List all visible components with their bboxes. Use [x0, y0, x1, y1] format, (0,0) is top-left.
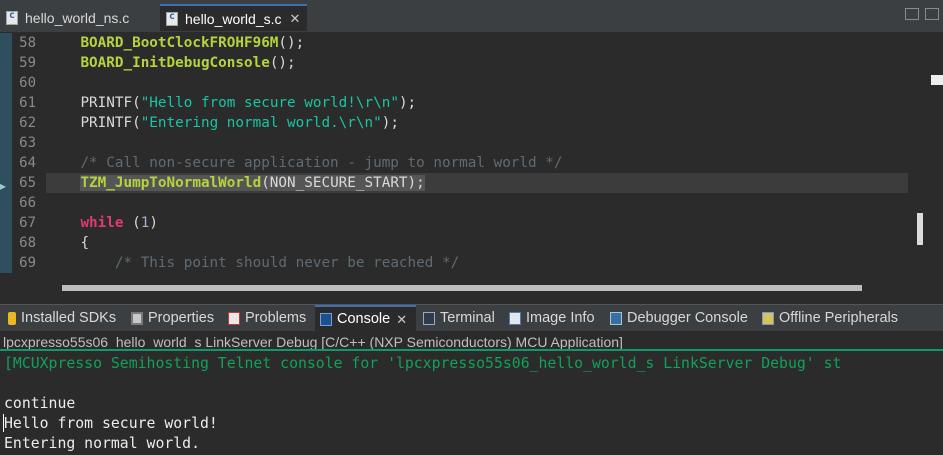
- tab-installed-sdks[interactable]: Installed SDKs: [8, 305, 116, 332]
- line-number: 68: [19, 235, 36, 251]
- console-line: continue: [4, 395, 76, 412]
- horizontal-scrollbar-thumb[interactable]: [62, 285, 862, 291]
- code-line: /* Call non-secure application - jump to…: [80, 155, 563, 171]
- tab-console[interactable]: Console ✕: [315, 305, 416, 332]
- line-number: 59: [19, 55, 36, 71]
- tab-hello-world-ns[interactable]: hello_world_ns.c: [0, 4, 155, 31]
- c-file-icon: [6, 10, 18, 25]
- tab-offline-peripherals[interactable]: Offline Peripherals: [762, 305, 898, 332]
- line-number: 69: [19, 255, 36, 271]
- code-line: PRINTF("Entering normal world.\r\n");: [80, 115, 399, 131]
- tab-label: Properties: [148, 310, 215, 326]
- line-number-gutter: 58 59 60 61 62 63 64 65 66 67 68 69: [12, 33, 38, 273]
- tab-label: Debugger Console: [627, 310, 748, 326]
- console-output[interactable]: [MCUXpresso Semihosting Telnet console f…: [0, 351, 943, 455]
- debugger-console-icon: [610, 312, 622, 325]
- panel-divider[interactable]: [0, 295, 943, 304]
- line-number: 58: [19, 35, 36, 51]
- current-code-line: TZM_JumpToNormalWorld(NON_SECURE_START);: [46, 173, 908, 193]
- tab-label: hello_world_ns.c: [25, 9, 130, 26]
- vertical-ruler: [0, 33, 12, 273]
- code-line: BOARD_BootClockFROHF96M();: [80, 35, 305, 51]
- console-icon: [320, 313, 332, 326]
- console-description: lpcxpresso55s06_hello_world_s LinkServer…: [0, 331, 943, 351]
- code-line: PRINTF("Hello from secure world!\r\n");: [80, 95, 417, 111]
- line-number: 66: [19, 195, 36, 211]
- line-number: 67: [19, 215, 36, 231]
- console-line: Hello from secure world!: [4, 415, 218, 432]
- minimize-icon[interactable]: [905, 8, 919, 20]
- text-caret: [3, 414, 4, 432]
- tab-label: Offline Peripherals: [779, 310, 899, 326]
- maximize-icon[interactable]: [925, 8, 939, 20]
- tab-label: Terminal: [440, 310, 495, 326]
- close-icon[interactable]: ✕: [290, 11, 301, 27]
- view-tab-bar: Installed SDKs Properties Problems Conso…: [0, 304, 943, 332]
- tab-label: Console: [337, 311, 391, 327]
- tab-label: Problems: [245, 310, 307, 326]
- line-number: 65: [19, 175, 36, 191]
- code-line: {: [80, 235, 90, 251]
- line-number: 63: [19, 135, 36, 151]
- tab-hello-world-s[interactable]: hello_world_s.c ✕: [160, 4, 307, 31]
- terminal-icon: [423, 312, 435, 325]
- tab-problems[interactable]: Problems: [228, 305, 306, 332]
- overview-marker[interactable]: [931, 75, 943, 85]
- console-line: Entering normal world.: [4, 435, 200, 452]
- code-editor[interactable]: ▸ 58 59 60 61 62 63 64 65 66 67 68 69 BO…: [0, 33, 943, 295]
- overview-ruler[interactable]: [909, 33, 943, 273]
- console-line: [MCUXpresso Semihosting Telnet console f…: [4, 355, 842, 372]
- properties-icon: [131, 312, 143, 325]
- tab-label: Installed SDKs: [21, 310, 117, 326]
- tab-terminal[interactable]: Terminal: [423, 305, 495, 332]
- line-number: 61: [19, 95, 36, 111]
- problems-icon: [228, 312, 240, 325]
- horizontal-scrollbar[interactable]: [46, 283, 908, 295]
- code-line: while (1): [80, 215, 158, 231]
- code-line: /* This point should never be reached */: [114, 255, 460, 271]
- tab-label: hello_world_s.c: [185, 10, 282, 27]
- line-number: 60: [19, 75, 36, 91]
- close-icon[interactable]: ✕: [396, 306, 407, 333]
- tab-properties[interactable]: Properties: [131, 305, 214, 332]
- line-number: 64: [19, 155, 36, 171]
- debug-instruction-pointer-icon: ▸: [0, 179, 7, 193]
- tab-label: Image Info: [526, 310, 595, 326]
- line-number: 62: [19, 115, 36, 131]
- code-area[interactable]: BOARD_BootClockFROHF96M(); BOARD_InitDeb…: [46, 33, 908, 273]
- tab-debugger-console[interactable]: Debugger Console: [610, 305, 748, 332]
- c-file-icon: [166, 11, 178, 26]
- editor-tab-bar: hello_world_ns.c hello_world_s.c ✕: [0, 0, 943, 33]
- tab-image-info[interactable]: Image Info: [509, 305, 595, 332]
- sdk-icon: [8, 312, 16, 325]
- vertical-scrollbar-thumb[interactable]: [917, 213, 923, 245]
- image-info-icon: [509, 312, 521, 325]
- code-line: BOARD_InitDebugConsole();: [80, 55, 296, 71]
- offline-peripherals-icon: [762, 312, 774, 325]
